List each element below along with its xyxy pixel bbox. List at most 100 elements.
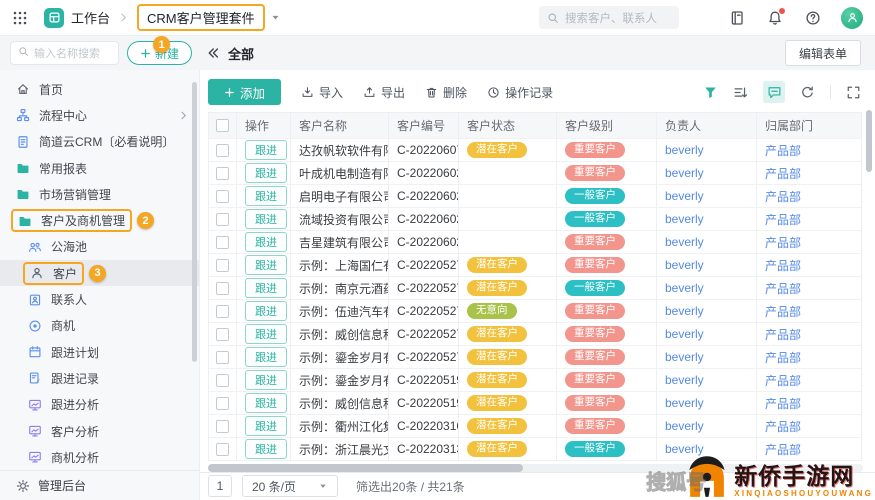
row-checkbox[interactable] [216, 235, 229, 249]
owner-link[interactable]: beverly [665, 143, 704, 157]
customer-name-cell[interactable]: 示例：鎏金岁月有限... [291, 346, 389, 369]
department-link[interactable]: 产品部 [765, 418, 801, 435]
export-button[interactable]: 导出 [363, 84, 405, 101]
follow-up-button[interactable]: 跟进 [245, 140, 287, 160]
owner-link[interactable]: beverly [665, 281, 704, 295]
department-link[interactable]: 产品部 [765, 142, 801, 159]
customer-name-cell[interactable]: 示例：上海国仁有限... [291, 254, 389, 277]
owner-link[interactable]: beverly [665, 327, 704, 341]
sidebar-scrollbar[interactable] [192, 82, 197, 362]
edit-form-button[interactable]: 编辑表单 [784, 40, 861, 66]
sidebar-item-4[interactable]: 市场营销管理 [0, 181, 199, 207]
page-size-select[interactable]: 20 条/页 [242, 475, 339, 498]
row-checkbox[interactable] [216, 189, 229, 203]
owner-link[interactable]: beverly [665, 373, 704, 387]
breadcrumb-workspace[interactable]: 工作台 [71, 8, 110, 27]
follow-up-button[interactable]: 跟进 [245, 301, 287, 321]
filter-icon[interactable] [703, 85, 718, 100]
row-checkbox[interactable] [216, 143, 229, 157]
vertical-scrollbar-thumb[interactable] [866, 110, 872, 172]
workspace-logo[interactable] [44, 7, 64, 28]
department-link[interactable]: 产品部 [765, 257, 801, 274]
column-header-customer-name[interactable]: 客户名称 [291, 113, 389, 139]
department-link[interactable]: 产品部 [765, 280, 801, 297]
owner-link[interactable]: beverly [665, 396, 704, 410]
fullscreen-icon[interactable] [846, 85, 861, 100]
sidebar-search-input[interactable]: 输入名称搜索 [10, 41, 119, 65]
operation-log-button[interactable]: 操作记录 [487, 84, 553, 101]
address-book-icon[interactable] [729, 10, 745, 26]
follow-up-button[interactable]: 跟进 [245, 393, 287, 413]
column-header-customer-level[interactable]: 客户级别 [557, 113, 657, 139]
follow-up-button[interactable]: 跟进 [245, 416, 287, 436]
row-checkbox[interactable] [216, 350, 229, 364]
column-header-owner[interactable]: 负责人 [657, 113, 757, 139]
customer-name-cell[interactable]: 示例：浙江晨光文具... [291, 438, 389, 461]
customer-name-cell[interactable]: 示例：鎏金岁月有限... [291, 369, 389, 392]
row-checkbox[interactable] [216, 281, 229, 295]
row-checkbox[interactable] [216, 419, 229, 433]
customer-name-cell[interactable]: 启明电子有限公司 [291, 185, 389, 208]
row-checkbox[interactable] [216, 442, 229, 456]
owner-link[interactable]: beverly [665, 166, 704, 180]
select-all-checkbox[interactable] [216, 119, 229, 132]
owner-link[interactable]: beverly [665, 189, 704, 203]
owner-link[interactable]: beverly [665, 235, 704, 249]
help-icon[interactable] [805, 10, 821, 26]
app-title[interactable]: CRM客户管理套件 [137, 4, 265, 31]
follow-up-button[interactable]: 跟进 [245, 439, 287, 459]
refresh-icon[interactable] [800, 85, 815, 100]
import-button[interactable]: 导入 [301, 84, 343, 101]
sidebar-item-6[interactable]: 公海池 [0, 234, 199, 260]
follow-up-button[interactable]: 跟进 [245, 186, 287, 206]
sidebar-item-0[interactable]: 首页 [0, 76, 199, 102]
row-checkbox[interactable] [216, 396, 229, 410]
department-link[interactable]: 产品部 [765, 349, 801, 366]
page-number-button[interactable]: 1 [208, 475, 232, 498]
customer-name-cell[interactable]: 示例：威创信息科技... [291, 323, 389, 346]
add-button[interactable]: 添加 [208, 79, 282, 105]
horizontal-scrollbar-thumb[interactable] [208, 464, 523, 472]
department-link[interactable]: 产品部 [765, 211, 801, 228]
customer-name-cell[interactable]: 吉星建筑有限公司 [291, 231, 389, 254]
row-checkbox[interactable] [216, 212, 229, 226]
department-link[interactable]: 产品部 [765, 395, 801, 412]
comment-icon[interactable] [763, 81, 785, 103]
owner-link[interactable]: beverly [665, 304, 704, 318]
follow-up-button[interactable]: 跟进 [245, 370, 287, 390]
department-link[interactable]: 产品部 [765, 165, 801, 182]
follow-up-button[interactable]: 跟进 [245, 255, 287, 275]
department-link[interactable]: 产品部 [765, 234, 801, 251]
delete-button[interactable]: 删除 [425, 84, 467, 101]
column-header-department[interactable]: 归属部门 [757, 113, 861, 139]
owner-link[interactable]: beverly [665, 419, 704, 433]
sidebar-item-9[interactable]: 商机 [0, 313, 199, 339]
department-link[interactable]: 产品部 [765, 188, 801, 205]
follow-up-button[interactable]: 跟进 [245, 232, 287, 252]
collapse-sidebar-icon[interactable] [206, 46, 220, 60]
sidebar-item-11[interactable]: 跟进记录 [0, 365, 199, 391]
owner-link[interactable]: beverly [665, 258, 704, 272]
owner-link[interactable]: beverly [665, 350, 704, 364]
sidebar-item-admin-console[interactable]: 管理后台 [0, 470, 199, 500]
department-link[interactable]: 产品部 [765, 303, 801, 320]
row-checkbox[interactable] [216, 373, 229, 387]
customer-name-cell[interactable]: 流域投资有限公司 [291, 208, 389, 231]
sidebar-item-12[interactable]: 跟进分析 [0, 392, 199, 418]
sort-fields-icon[interactable] [733, 85, 748, 100]
sidebar-item-5[interactable]: 客户及商机管理 2 [0, 207, 199, 233]
follow-up-button[interactable]: 跟进 [245, 163, 287, 183]
department-link[interactable]: 产品部 [765, 326, 801, 343]
row-checkbox[interactable] [216, 258, 229, 272]
sidebar-item-14[interactable]: 商机分析 [0, 444, 199, 470]
sidebar-item-7[interactable]: 客户 3 [0, 260, 199, 287]
column-header-customer-status[interactable]: 客户状态 [459, 113, 557, 139]
customer-name-cell[interactable]: 示例：南京元酒药业 [291, 277, 389, 300]
sidebar-item-13[interactable]: 客户分析 [0, 418, 199, 444]
customer-name-cell[interactable]: 达孜帆软软件有限公... [291, 139, 389, 162]
column-header-customer-number[interactable]: 客户编号 [389, 113, 459, 139]
customer-name-cell[interactable]: 示例：衢州江化集团 [291, 415, 389, 438]
customer-name-cell[interactable]: 示例：威创信息科技... [291, 392, 389, 415]
sidebar-item-10[interactable]: 跟进计划 [0, 339, 199, 365]
sidebar-item-1[interactable]: 流程中心 [0, 102, 199, 128]
